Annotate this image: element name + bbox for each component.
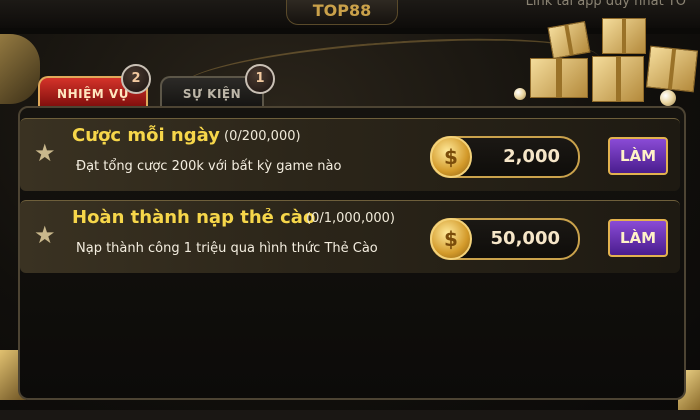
tab-su-kien-badge: 1 — [245, 64, 275, 94]
reward-amount: 50,000 — [490, 228, 560, 249]
do-task-button[interactable]: LÀM — [608, 219, 668, 257]
bottom-strip — [0, 410, 700, 420]
task-row: ★ Hoàn thành nạp thẻ cào (0/1,000,000) N… — [20, 200, 680, 273]
reward-amount: 2,000 — [503, 146, 560, 167]
star-icon: ★ — [34, 139, 56, 167]
reward-pill: $ 2,000 — [430, 136, 580, 178]
gift-boxes-decoration — [510, 18, 700, 110]
task-progress: (0/1,000,000) — [306, 211, 395, 226]
task-title: Hoàn thành nạp thẻ cào — [72, 207, 316, 228]
coin-icon: $ — [430, 218, 472, 260]
task-progress: (0/200,000) — [224, 129, 301, 144]
task-row: ★ Cược mỗi ngày (0/200,000) Đạt tổng cượ… — [20, 118, 680, 191]
task-description: Nạp thành công 1 triệu qua hình thức Thẻ… — [76, 241, 378, 256]
top-link[interactable]: Link tải app duy nhất TO — [526, 0, 686, 9]
task-title: Cược mỗi ngày — [72, 125, 220, 146]
reward-pill: $ 50,000 — [430, 218, 580, 260]
do-task-button[interactable]: LÀM — [608, 137, 668, 175]
star-icon: ★ — [34, 221, 56, 249]
logo: TOP88 — [286, 0, 398, 25]
coin-icon: $ — [430, 136, 472, 178]
tab-nhiem-vu-badge: 2 — [121, 64, 151, 94]
task-description: Đạt tổng cược 200k với bất kỳ game nào — [76, 159, 342, 174]
